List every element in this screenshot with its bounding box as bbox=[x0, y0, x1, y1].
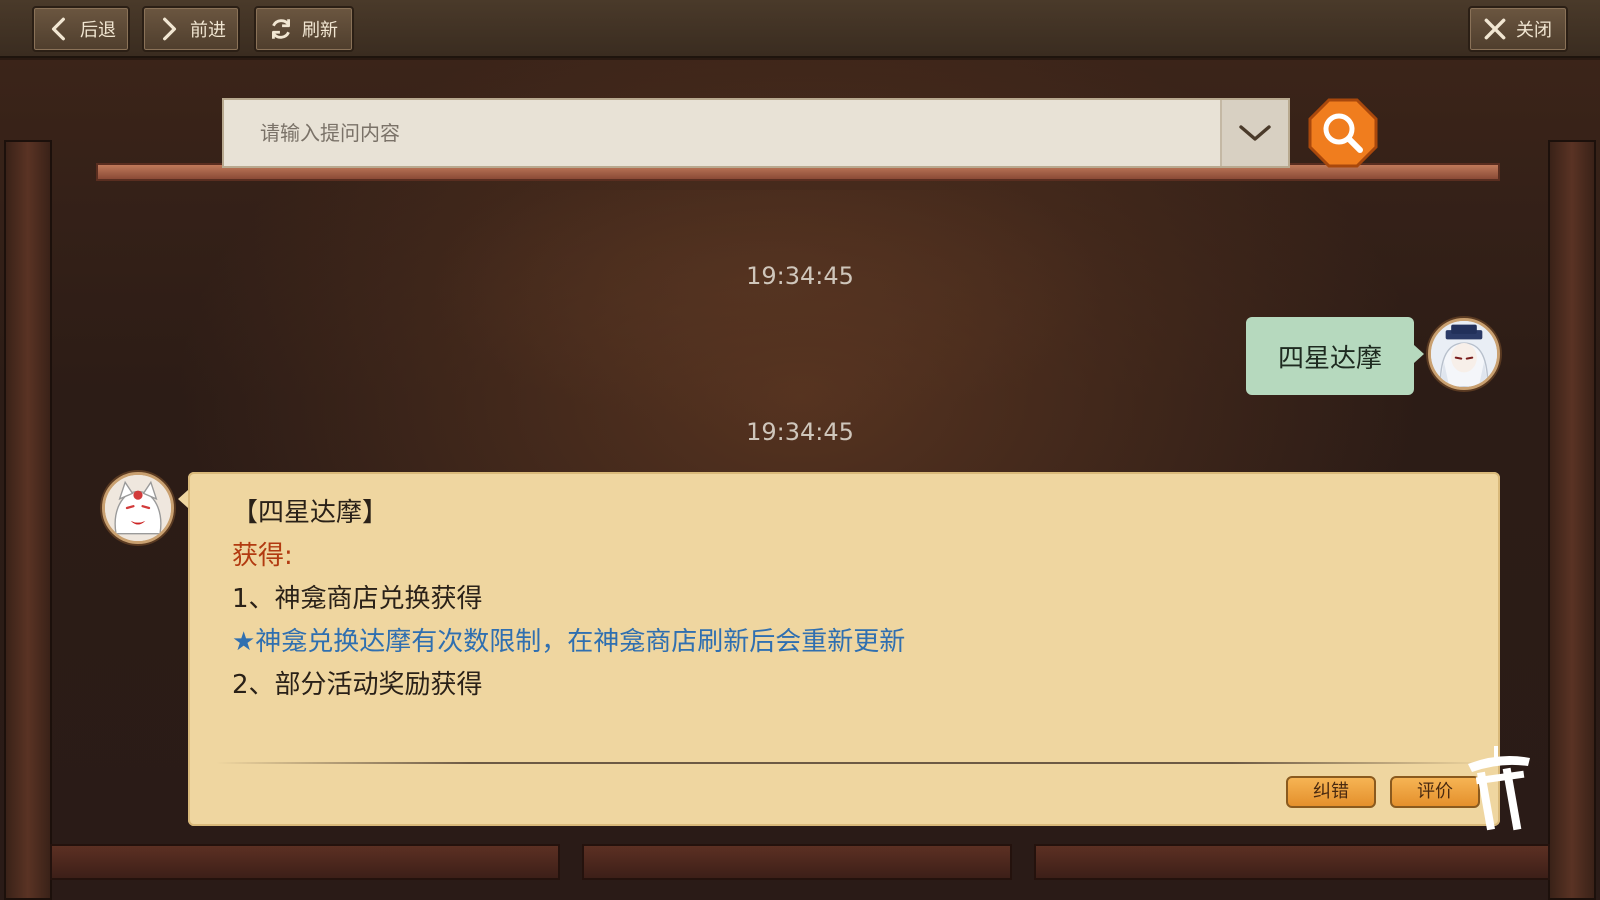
answer-divider bbox=[216, 762, 1486, 764]
user-message-bubble: 四星达摩 bbox=[1246, 317, 1424, 395]
close-button[interactable]: 关闭 bbox=[1468, 6, 1568, 52]
torii-gate-icon bbox=[1464, 746, 1534, 838]
left-pillar bbox=[4, 140, 52, 900]
user-message-text: 四星达摩 bbox=[1277, 343, 1382, 374]
search-button[interactable] bbox=[1308, 98, 1378, 168]
report-error-button[interactable]: 纠错 bbox=[1286, 776, 1376, 808]
answer-obtain-label: 获得: bbox=[232, 541, 293, 571]
history-dropdown-button[interactable] bbox=[1220, 100, 1288, 166]
search-icon bbox=[1308, 98, 1378, 168]
refresh-button[interactable]: 刷新 bbox=[254, 6, 354, 52]
answer-title: 【四星达摩】 bbox=[232, 498, 389, 528]
close-label: 关闭 bbox=[1516, 20, 1552, 41]
answer-card: 【四星达摩】 获得: 1、神龛商店兑换获得 ★神龛兑换达摩有次数限制，在神龛商店… bbox=[178, 472, 1500, 826]
answer-note: ★神龛兑换达摩有次数限制，在神龛商店刷新后会重新更新 bbox=[232, 627, 906, 657]
forward-label: 前进 bbox=[190, 20, 226, 41]
top-nav-bar: 后退 前进 刷新 关闭 bbox=[0, 0, 1600, 58]
message-timestamp: 19:34:45 bbox=[746, 418, 854, 446]
forward-button[interactable]: 前进 bbox=[142, 6, 240, 52]
answer-line-2: 2、部分活动奖励获得 bbox=[232, 670, 483, 700]
floor-beam bbox=[582, 844, 1012, 880]
back-label: 后退 bbox=[80, 20, 116, 41]
back-button[interactable]: 后退 bbox=[32, 6, 130, 52]
search-bar bbox=[222, 98, 1290, 168]
shrine-silhouette bbox=[430, 190, 1110, 430]
user-avatar bbox=[1428, 318, 1500, 390]
refresh-label: 刷新 bbox=[302, 20, 338, 41]
right-pillar bbox=[1548, 140, 1596, 900]
chevron-right-icon bbox=[163, 17, 177, 41]
floor-beam bbox=[50, 844, 560, 880]
chevron-down-icon bbox=[1239, 125, 1271, 141]
search-input[interactable] bbox=[224, 100, 1220, 166]
floor-beam bbox=[1034, 844, 1550, 880]
assistant-avatar bbox=[102, 472, 174, 544]
answer-line-1: 1、神龛商店兑换获得 bbox=[232, 584, 483, 614]
close-icon bbox=[1484, 18, 1506, 40]
chevron-left-icon bbox=[51, 17, 65, 41]
refresh-icon bbox=[272, 19, 290, 39]
message-timestamp: 19:34:45 bbox=[746, 262, 854, 290]
